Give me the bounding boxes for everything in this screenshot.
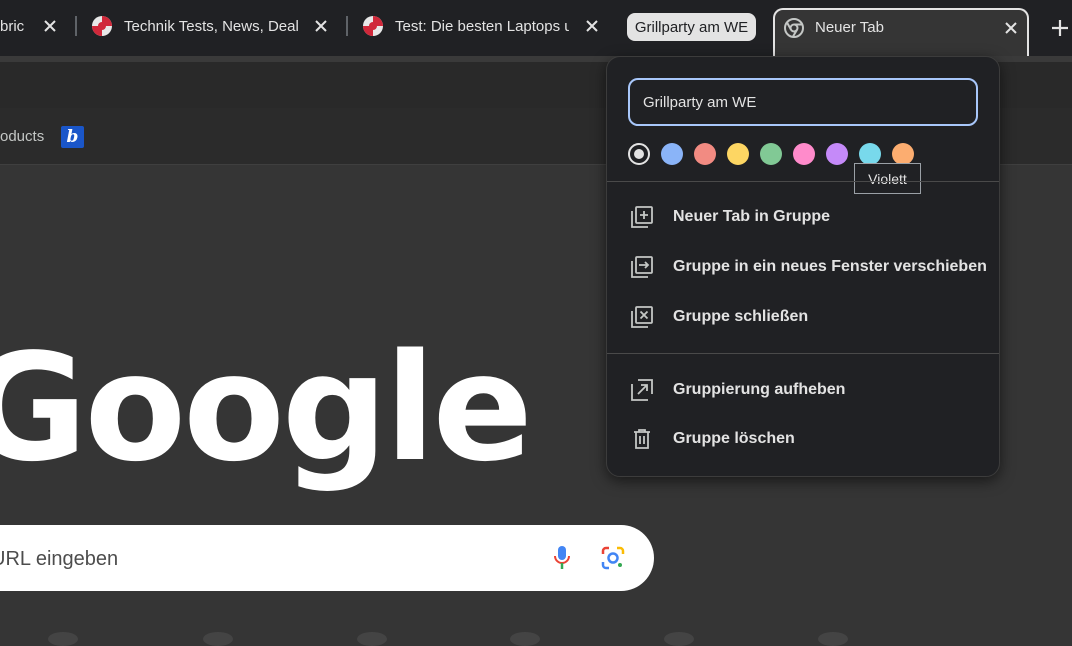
new-tab-plus-icon[interactable] — [1048, 16, 1072, 40]
menu-item-label: Neuer Tab in Gruppe — [673, 208, 831, 225]
site-favicon-icon — [363, 16, 383, 36]
tab-separator — [75, 16, 77, 36]
color-swatch-grey[interactable] — [628, 143, 650, 165]
tab-3[interactable]: Test: Die besten Laptops u — [362, 10, 607, 42]
search-placeholder: URL eingeben — [0, 548, 119, 570]
tab-strip: bric Technik Tests, News, Deals Test: Di… — [0, 0, 1072, 56]
color-swatch-yellow[interactable] — [727, 143, 749, 165]
tab-separator — [346, 16, 348, 36]
close-group-icon — [631, 306, 653, 328]
active-tab[interactable]: Neuer Tab — [773, 8, 1029, 56]
close-tab-icon[interactable] — [40, 16, 60, 36]
color-swatch-orange[interactable] — [892, 143, 914, 165]
close-tab-icon[interactable] — [1001, 18, 1021, 38]
shortcut-tile[interactable] — [664, 632, 694, 646]
menu-item-close-group[interactable]: Gruppe schließen — [607, 295, 999, 339]
google-logo: Google — [0, 322, 533, 494]
google-lens-icon[interactable] — [600, 545, 626, 571]
color-swatch-blue[interactable] — [661, 143, 683, 165]
menu-item-label: Gruppe schließen — [673, 308, 809, 325]
close-tab-icon[interactable] — [311, 16, 331, 36]
close-tab-icon[interactable] — [582, 16, 602, 36]
menu-item-move-group[interactable]: Gruppe in ein neues Fenster verschieben — [607, 245, 999, 289]
menu-divider — [607, 353, 999, 354]
color-swatch-purple[interactable] — [826, 143, 848, 165]
add-to-group-icon — [631, 206, 653, 228]
shortcut-tile[interactable] — [357, 632, 387, 646]
menu-item-ungroup[interactable]: Gruppierung aufheben — [607, 368, 999, 412]
color-swatch-cyan[interactable] — [859, 143, 881, 165]
color-tooltip: Violett — [854, 163, 921, 194]
color-swatch-pink[interactable] — [793, 143, 815, 165]
shortcut-tile[interactable] — [818, 632, 848, 646]
menu-item-label: Gruppe löschen — [673, 430, 795, 447]
shortcut-tile[interactable] — [203, 632, 233, 646]
shortcut-tile[interactable] — [48, 632, 78, 646]
menu-item-delete-group[interactable]: Gruppe löschen — [607, 417, 999, 461]
color-swatch-red[interactable] — [694, 143, 716, 165]
color-swatch-green[interactable] — [760, 143, 782, 165]
tab-1[interactable]: bric — [0, 10, 60, 42]
tab-title: bric — [0, 17, 25, 35]
bookmark-item[interactable]: oducts — [0, 128, 44, 145]
move-to-window-icon — [631, 256, 653, 278]
group-name-input[interactable] — [628, 78, 978, 126]
trash-icon — [634, 429, 650, 449]
microphone-icon[interactable] — [554, 545, 570, 571]
bookmark-favicon-icon[interactable]: b — [61, 126, 84, 148]
tab-title: Test: Die besten Laptops u — [395, 17, 569, 35]
menu-item-label: Gruppe in ein neues Fenster verschieben — [673, 258, 987, 275]
ungroup-icon — [631, 379, 653, 401]
menu-divider — [607, 181, 999, 182]
menu-item-label: Gruppierung aufheben — [673, 381, 846, 398]
tab-title: Technik Tests, News, Deals — [124, 17, 298, 35]
tab-title: Neuer Tab — [815, 19, 884, 36]
menu-item-new-tab-in-group[interactable]: Neuer Tab in Gruppe — [607, 195, 999, 239]
chrome-icon — [784, 18, 804, 38]
search-box[interactable]: URL eingeben — [0, 525, 654, 591]
tab-group-chip[interactable]: Grillparty am WE — [627, 13, 756, 41]
tab-2[interactable]: Technik Tests, News, Deals — [91, 10, 336, 42]
site-favicon-icon — [92, 16, 112, 36]
tab-group-editor: Violett Neuer Tab in Gruppe Gruppe in ei… — [606, 56, 1000, 477]
shortcut-tile[interactable] — [510, 632, 540, 646]
